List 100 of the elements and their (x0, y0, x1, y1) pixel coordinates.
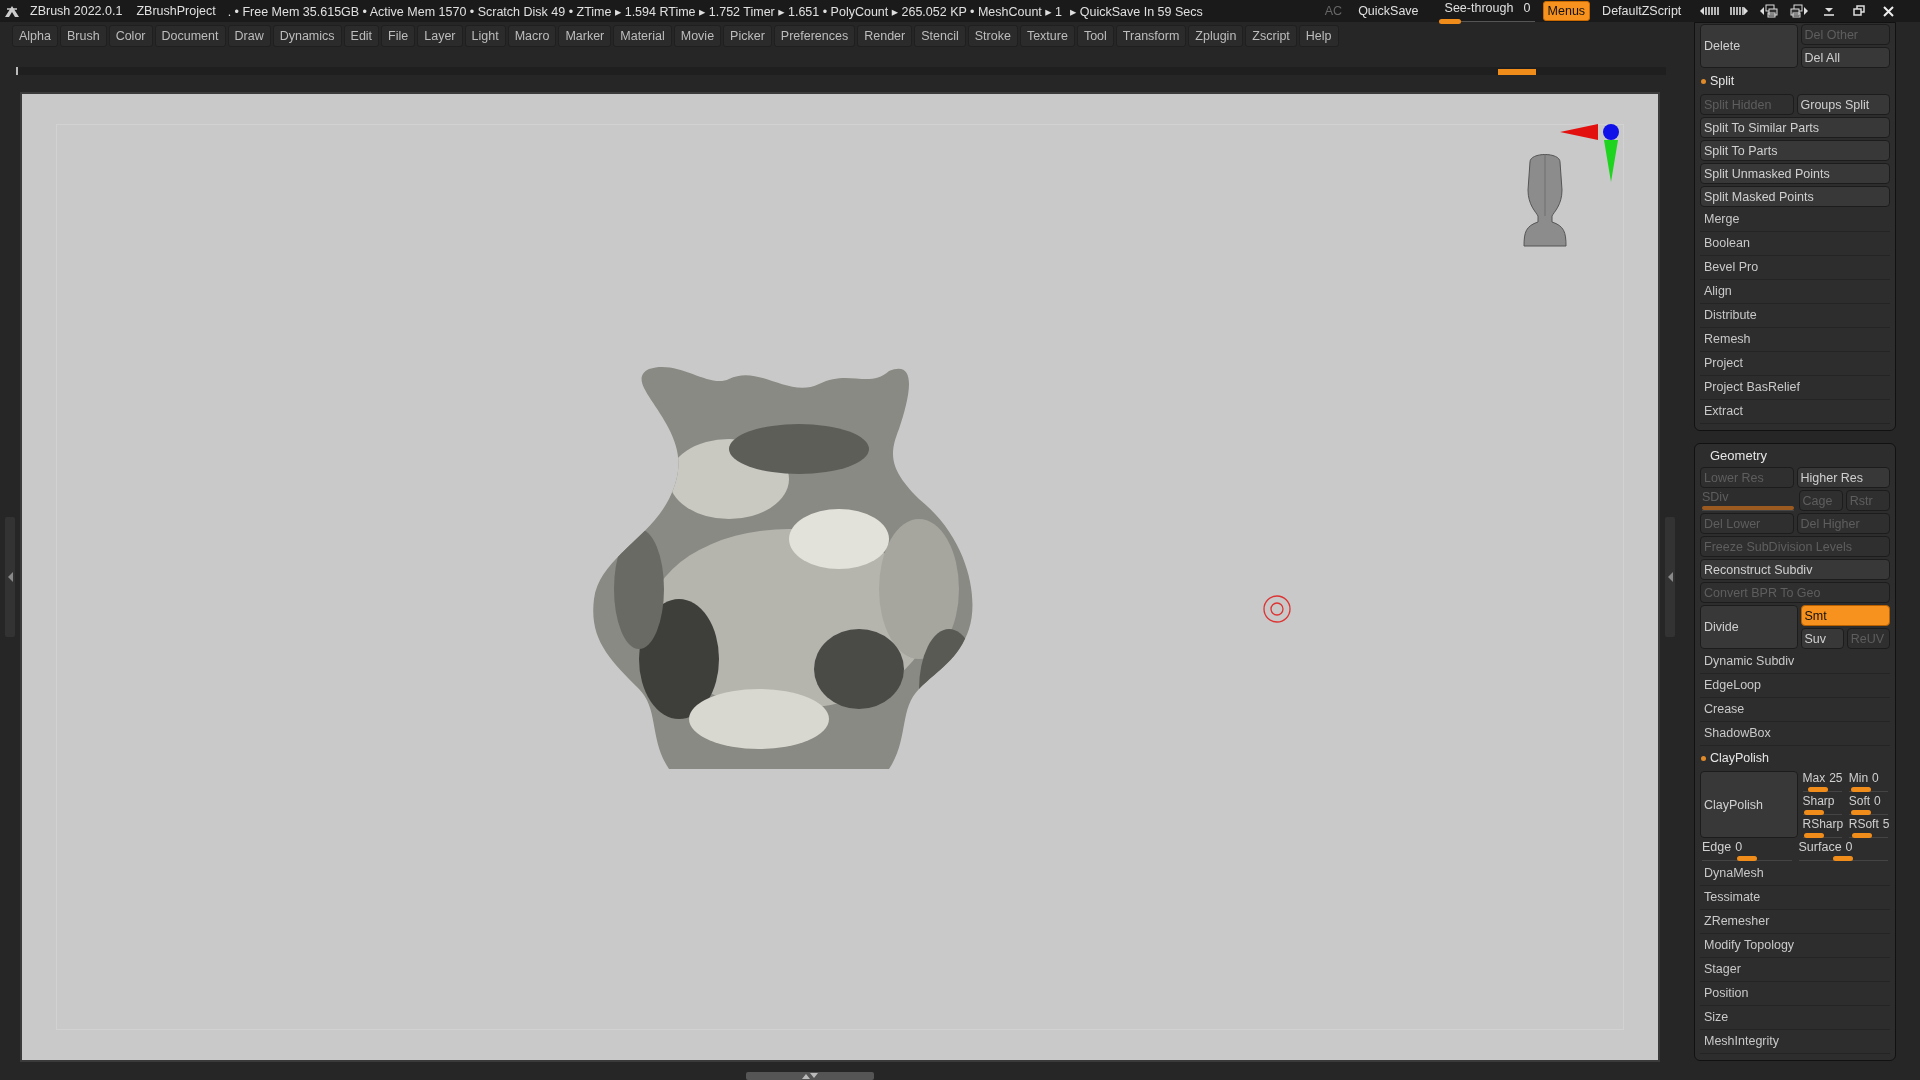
palette-button[interactable]: Groups Split (1796, 94, 1890, 115)
bottom-shelf-handle[interactable] (746, 1072, 874, 1080)
menu-item[interactable]: Document (154, 25, 226, 47)
layout-left-icon[interactable] (1759, 4, 1780, 18)
menu-item[interactable]: Help (1298, 25, 1339, 47)
palette-item[interactable]: Remesh (1700, 328, 1890, 352)
slider[interactable]: Max 25 (1800, 771, 1844, 792)
palette-item[interactable]: Align (1700, 280, 1890, 304)
palette-button[interactable]: Suv (1800, 628, 1844, 649)
app-title: ZBrush 2022.0.1 (30, 4, 123, 18)
subpalette-header[interactable]: ClayPolish (1695, 746, 1890, 770)
slider[interactable]: RSharp (1800, 817, 1844, 838)
menu-item[interactable]: Stroke (967, 25, 1018, 47)
menu-item[interactable]: Picker (723, 25, 772, 47)
side-handle[interactable] (5, 517, 15, 637)
scroll-right-icon[interactable] (1729, 4, 1750, 18)
target-icon (1262, 594, 1292, 624)
palette-button[interactable]: Divide (1700, 605, 1798, 649)
see-through-slider[interactable]: See-through 0 (1438, 0, 1535, 22)
layout-right-icon[interactable] (1789, 4, 1810, 18)
slider[interactable]: Soft 0 (1846, 794, 1890, 815)
timeline-track[interactable] (16, 67, 1666, 75)
palette-item[interactable]: Dynamic Subdiv (1700, 650, 1890, 674)
palette-button[interactable]: Split Masked Points (1700, 186, 1890, 207)
quicksave-timer: ▸ QuickSave In 59 Secs (1070, 3, 1203, 19)
slider[interactable]: Min 0 (1846, 771, 1890, 792)
menu-item[interactable]: Tool (1076, 25, 1114, 47)
palette-button[interactable]: Smt (1800, 605, 1890, 626)
palette-item[interactable]: Size (1700, 1006, 1890, 1030)
slider-thumb[interactable] (1808, 787, 1829, 792)
slider-thumb[interactable] (1736, 856, 1757, 861)
menu-item[interactable]: Render (857, 25, 913, 47)
menu-item[interactable]: Movie (673, 25, 722, 47)
menu-item[interactable]: Edit (343, 25, 380, 47)
menu-item[interactable]: Light (464, 25, 506, 47)
palette-title[interactable]: Geometry (1700, 446, 1890, 466)
menu-item[interactable]: Material (613, 25, 672, 47)
slider[interactable]: Surface 0 (1796, 840, 1890, 861)
menu-item[interactable]: Alpha (12, 25, 58, 47)
palette-item[interactable]: Crease (1700, 698, 1890, 722)
menu-item[interactable]: Stencil (914, 25, 966, 47)
palette-item[interactable]: ZRemesher (1700, 910, 1890, 934)
viewport[interactable] (20, 92, 1660, 1062)
palette-button[interactable]: Reconstruct Subdiv (1700, 559, 1890, 580)
menu-item[interactable]: File (381, 25, 416, 47)
palette-item[interactable]: Project (1700, 352, 1890, 376)
palette-button[interactable]: Del All (1800, 47, 1890, 68)
menu-item[interactable]: Marker (558, 25, 612, 47)
palette-item[interactable]: Bevel Pro (1700, 256, 1890, 280)
slider-thumb[interactable] (1851, 833, 1872, 838)
palette-item[interactable]: Tessimate (1700, 886, 1890, 910)
palette-item[interactable]: EdgeLoop (1700, 674, 1890, 698)
menu-item[interactable]: Draw (227, 25, 271, 47)
side-handle[interactable] (1665, 517, 1675, 637)
palette-button[interactable]: Delete (1700, 24, 1798, 68)
menu-item[interactable]: Zscript (1245, 25, 1297, 47)
slider[interactable]: Edge 0 (1700, 840, 1794, 861)
palette-item[interactable]: ShadowBox (1700, 722, 1890, 746)
palette-item[interactable]: Stager (1700, 958, 1890, 982)
menu-item[interactable]: Macro (507, 25, 557, 47)
slider-thumb[interactable] (1833, 856, 1854, 861)
palette-button[interactable]: Split To Parts (1700, 140, 1890, 161)
palette-item[interactable]: Distribute (1700, 304, 1890, 328)
dot-icon (1701, 78, 1706, 84)
menu-item[interactable]: Brush (60, 25, 107, 47)
slider-thumb[interactable] (1438, 18, 1461, 24)
palette-item[interactable]: Modify Topology (1700, 934, 1890, 958)
palette-item[interactable]: Extract (1700, 400, 1890, 424)
palette-item[interactable]: Merge (1700, 208, 1890, 232)
palette-button[interactable]: Split Unmasked Points (1700, 163, 1890, 184)
menu-item[interactable]: Preferences (773, 25, 856, 47)
quicksave-button[interactable]: QuickSave (1354, 1, 1423, 21)
timeline-marker[interactable] (1498, 69, 1536, 75)
slider[interactable]: RSoft 5 (1846, 817, 1890, 838)
palette-item[interactable]: MeshIntegrity (1700, 1030, 1890, 1054)
slider-thumb[interactable] (1850, 787, 1871, 792)
scroll-left-icon[interactable] (1699, 4, 1720, 18)
palette-button[interactable]: Split To Similar Parts (1700, 117, 1890, 138)
project-name: ZBrushProject (136, 4, 216, 18)
palette-button[interactable]: Higher Res (1796, 467, 1890, 488)
menu-item[interactable]: Zplugin (1188, 25, 1244, 47)
slider-thumb[interactable] (1804, 810, 1825, 815)
palette-item[interactable]: Position (1700, 982, 1890, 1006)
palette-item[interactable]: DynaMesh (1700, 862, 1890, 886)
palette-button[interactable]: ClayPolish (1700, 771, 1798, 838)
menus-toggle[interactable]: Menus (1542, 1, 1591, 21)
dot-icon (1701, 755, 1706, 761)
status-text: . • Free Mem 35.615GB • Active Mem 1570 • Scratch Disk 49 • ZTime ▸ 1.594 RTime ▸ 1.752 Timer ▸ 1.651 • PolyCount ▸ 265.052 KP • MeshCount ▸ 1 (227, 3, 1062, 19)
subpalette-header[interactable]: Split (1695, 69, 1890, 93)
menu-item[interactable]: Dynamics (272, 25, 342, 47)
slider-thumb[interactable] (1850, 810, 1871, 815)
slider-thumb[interactable] (1804, 833, 1825, 838)
menu-item[interactable]: Transform (1115, 25, 1187, 47)
menu-item[interactable]: Color (108, 25, 153, 47)
palette-item[interactable]: Boolean (1700, 232, 1890, 256)
palette-item[interactable]: Project BasRelief (1700, 376, 1890, 400)
menu-item[interactable]: Layer (417, 25, 463, 47)
slider[interactable]: Sharp (1800, 794, 1844, 815)
menu-item[interactable]: Texture (1019, 25, 1075, 47)
zscript-button[interactable]: DefaultZScript (1598, 1, 1686, 21)
